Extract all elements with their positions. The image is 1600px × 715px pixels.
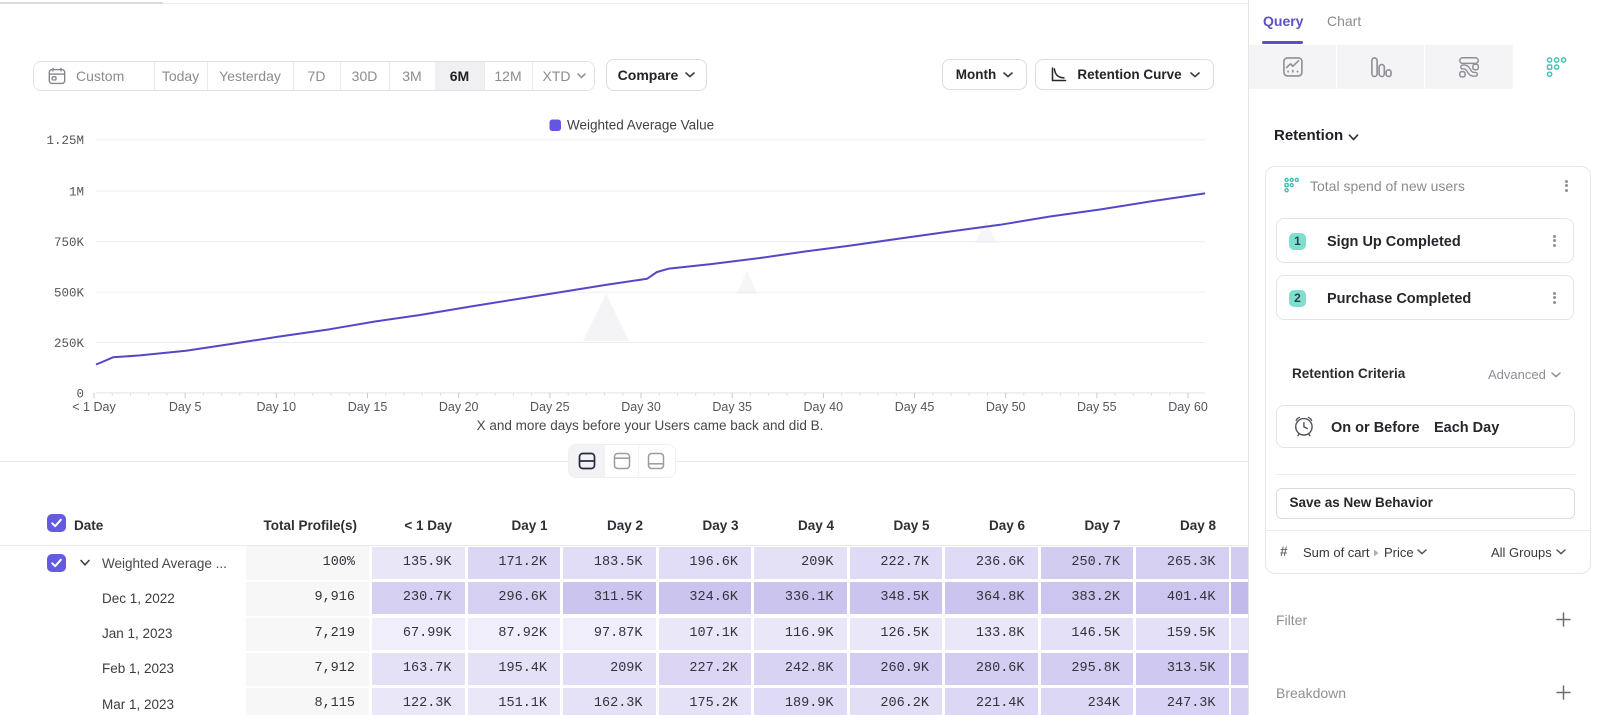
svg-text:Day 5: Day 5 — [169, 400, 202, 414]
svg-text:Weighted Average Value: Weighted Average Value — [567, 118, 714, 133]
svg-text:Day 30: Day 30 — [621, 400, 661, 414]
svg-text:Day 20: Day 20 — [439, 400, 479, 414]
svg-text:Day 15: Day 15 — [348, 400, 388, 414]
svg-text:1M: 1M — [69, 185, 84, 199]
svg-text:Day 10: Day 10 — [256, 400, 296, 414]
svg-text:1.25M: 1.25M — [46, 134, 84, 148]
svg-text:Day 25: Day 25 — [530, 400, 570, 414]
svg-text:250K: 250K — [54, 337, 85, 351]
svg-text:Day 50: Day 50 — [986, 400, 1026, 414]
svg-text:< 1 Day: < 1 Day — [72, 400, 116, 414]
svg-text:750K: 750K — [54, 236, 85, 250]
svg-text:500K: 500K — [54, 287, 85, 301]
svg-text:Day 40: Day 40 — [803, 400, 843, 414]
svg-text:Day 35: Day 35 — [712, 400, 752, 414]
svg-text:Day 45: Day 45 — [895, 400, 935, 414]
svg-text:Day 55: Day 55 — [1077, 400, 1117, 414]
svg-text:Day 60: Day 60 — [1168, 400, 1208, 414]
